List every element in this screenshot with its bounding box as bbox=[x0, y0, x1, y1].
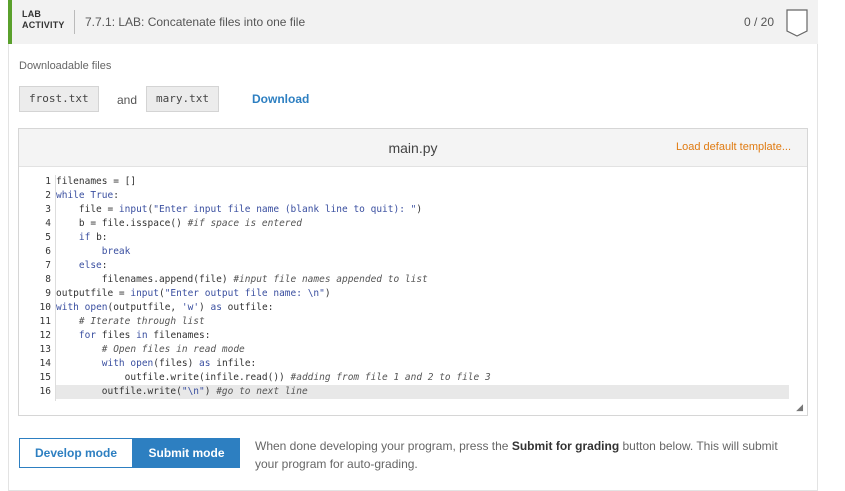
file-mary-txt[interactable]: mary.txt bbox=[146, 86, 219, 112]
code-line[interactable]: outputfile = input("Enter output file na… bbox=[56, 287, 789, 301]
lab-activity-header: LAB ACTIVITY 7.7.1: LAB: Concatenate fil… bbox=[8, 0, 818, 44]
line-number: 5 bbox=[45, 232, 51, 243]
line-number: 7 bbox=[45, 260, 51, 271]
and-text: and bbox=[117, 93, 138, 107]
download-link[interactable]: Download bbox=[252, 92, 309, 106]
submit-for-grading-emphasis: Submit for grading bbox=[511, 439, 620, 453]
downloadable-files-label: Downloadable files bbox=[19, 60, 112, 72]
code-line[interactable]: while True: bbox=[56, 189, 789, 203]
line-number: 15 bbox=[39, 372, 51, 383]
line-number: 12 bbox=[39, 330, 51, 341]
mode-toggle: Develop mode Submit mode bbox=[19, 438, 240, 468]
code-line[interactable]: outfile.write(infile.read()) #adding fro… bbox=[56, 371, 789, 385]
file-frost-txt[interactable]: frost.txt bbox=[19, 86, 99, 112]
code-text[interactable]: filenames = [] while True: file = input("… bbox=[56, 175, 789, 399]
score-badge-icon bbox=[786, 9, 808, 37]
line-number: 6 bbox=[45, 246, 51, 257]
code-line[interactable]: with open(outputfile, 'w') as outfile: bbox=[56, 301, 789, 315]
line-number: 16 bbox=[39, 386, 51, 397]
line-number: 10 bbox=[39, 302, 51, 313]
code-line[interactable]: file = input("Enter input file name (bla… bbox=[56, 203, 789, 217]
code-line[interactable]: b = file.isspace() #if space is entered bbox=[56, 217, 789, 231]
line-number: 11 bbox=[39, 316, 51, 327]
code-editor: main.py Load default template... 1234567… bbox=[18, 128, 808, 416]
lab-title: 7.7.1: LAB: Concatenate files into one f… bbox=[85, 15, 306, 29]
line-number: 14 bbox=[39, 358, 51, 369]
code-line[interactable]: for files in filenames: bbox=[56, 329, 789, 343]
code-line[interactable]: outfile.write("\n") #go to next line bbox=[56, 385, 789, 399]
code-area[interactable]: 1 2 3 4 5 6 7 8 9 10 11 12 13 14 15 16 filenames = [] wh… bbox=[19, 167, 807, 415]
submit-mode-button[interactable]: Submit mode bbox=[133, 438, 240, 468]
code-line[interactable]: filenames = [] bbox=[56, 175, 789, 189]
line-number: 9 bbox=[45, 288, 51, 299]
code-line[interactable]: if b: bbox=[56, 231, 789, 245]
line-number: 13 bbox=[39, 344, 51, 355]
header-divider bbox=[74, 10, 75, 34]
line-number: 2 bbox=[45, 190, 51, 201]
develop-mode-button[interactable]: Develop mode bbox=[19, 438, 133, 468]
submit-instructions: When done developing your program, press… bbox=[255, 439, 778, 471]
code-line[interactable]: with open(files) as infile: bbox=[56, 357, 789, 371]
code-line[interactable]: break bbox=[56, 245, 789, 259]
resize-grip-icon[interactable]: ◢ bbox=[796, 402, 803, 413]
line-number: 3 bbox=[45, 204, 51, 215]
code-line[interactable]: # Open files in read mode bbox=[56, 343, 789, 357]
score-text: 0 / 20 bbox=[743, 15, 774, 29]
line-number: 4 bbox=[45, 218, 51, 229]
code-line[interactable]: filenames.append(file) #input file names… bbox=[56, 273, 789, 287]
load-default-template-link[interactable]: Load default template... bbox=[676, 141, 791, 153]
line-number-gutter: 1 2 3 4 5 6 7 8 9 10 11 12 13 14 15 16 bbox=[21, 175, 55, 399]
editor-header: main.py Load default template... bbox=[19, 129, 807, 167]
line-number: 1 bbox=[45, 176, 51, 187]
code-line[interactable]: # Iterate through list bbox=[56, 315, 789, 329]
lab-activity-label: LAB ACTIVITY bbox=[22, 9, 65, 30]
code-line[interactable]: else: bbox=[56, 259, 789, 273]
line-number: 8 bbox=[45, 274, 51, 285]
